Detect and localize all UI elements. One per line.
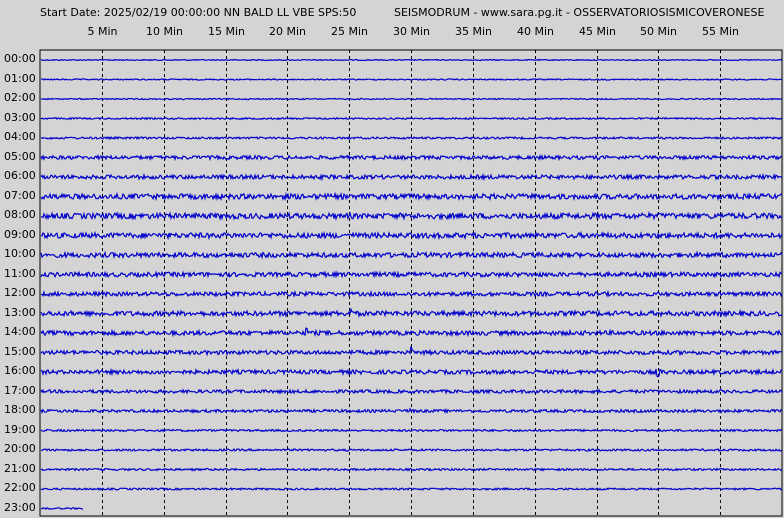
trace-row-2000 (40, 447, 783, 453)
trace-row-0400 (40, 135, 782, 141)
trace-row-0500 (40, 153, 783, 162)
trace-row-1000 (40, 250, 783, 260)
trace-row-1700 (40, 388, 783, 395)
trace-row-0000 (40, 58, 783, 62)
seismogram-plot (39, 49, 783, 517)
seismogram-frame: Start Date: 2025/02/19 00:00:00 NN BALD … (0, 0, 784, 518)
trace-row-0100 (40, 78, 783, 81)
trace-row-2300 (40, 507, 84, 510)
